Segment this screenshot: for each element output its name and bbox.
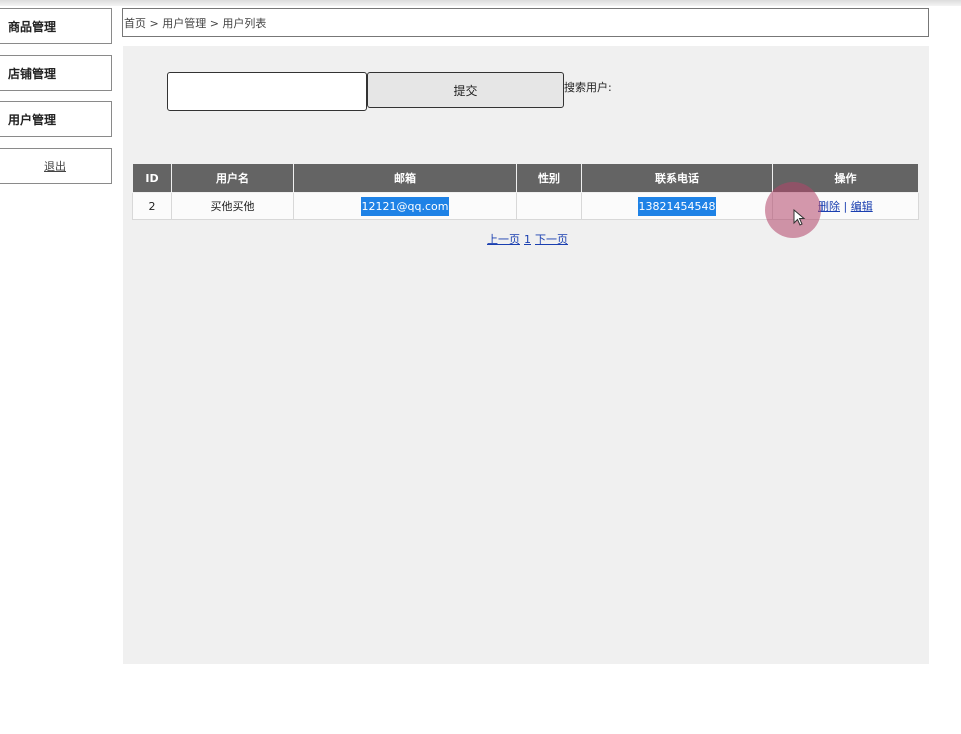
- search-label: 搜索用户:: [564, 81, 612, 94]
- phone-value: 13821454548: [637, 196, 717, 216]
- mouse-pointer-icon: [793, 209, 806, 226]
- edit-link[interactable]: 编辑: [851, 200, 873, 213]
- sidebar-item-users[interactable]: 用户管理: [0, 101, 112, 137]
- sidebar-item-shops[interactable]: 店铺管理: [0, 55, 112, 91]
- header-phone: 联系电话: [581, 163, 773, 193]
- window-top-bar: [0, 0, 961, 6]
- cell-gender: [516, 192, 582, 220]
- page-number-link[interactable]: 1: [524, 233, 531, 246]
- main-content-area: [123, 46, 929, 664]
- cell-email: 12121@qq.com: [293, 192, 517, 220]
- submit-button[interactable]: 提交: [367, 72, 564, 108]
- cell-phone: 13821454548: [581, 192, 773, 220]
- logout-link[interactable]: 退出: [0, 148, 112, 184]
- cell-username: 买他买他: [171, 192, 294, 220]
- sidebar-item-products[interactable]: 商品管理: [0, 8, 112, 44]
- search-input[interactable]: [167, 72, 367, 111]
- action-separator: |: [843, 200, 848, 213]
- pagination: 上一页 1 下一页: [487, 231, 572, 247]
- delete-link[interactable]: 删除: [818, 200, 840, 213]
- header-username: 用户名: [171, 163, 294, 193]
- prev-page-link[interactable]: 上一页: [487, 233, 520, 246]
- header-id: ID: [132, 163, 172, 193]
- email-value: 12121@qq.com: [360, 196, 450, 216]
- cell-id: 2: [132, 192, 172, 220]
- breadcrumb: 首页 > 用户管理 > 用户列表: [122, 8, 929, 37]
- header-email: 邮箱: [293, 163, 517, 193]
- next-page-link[interactable]: 下一页: [535, 233, 568, 246]
- header-gender: 性别: [516, 163, 582, 193]
